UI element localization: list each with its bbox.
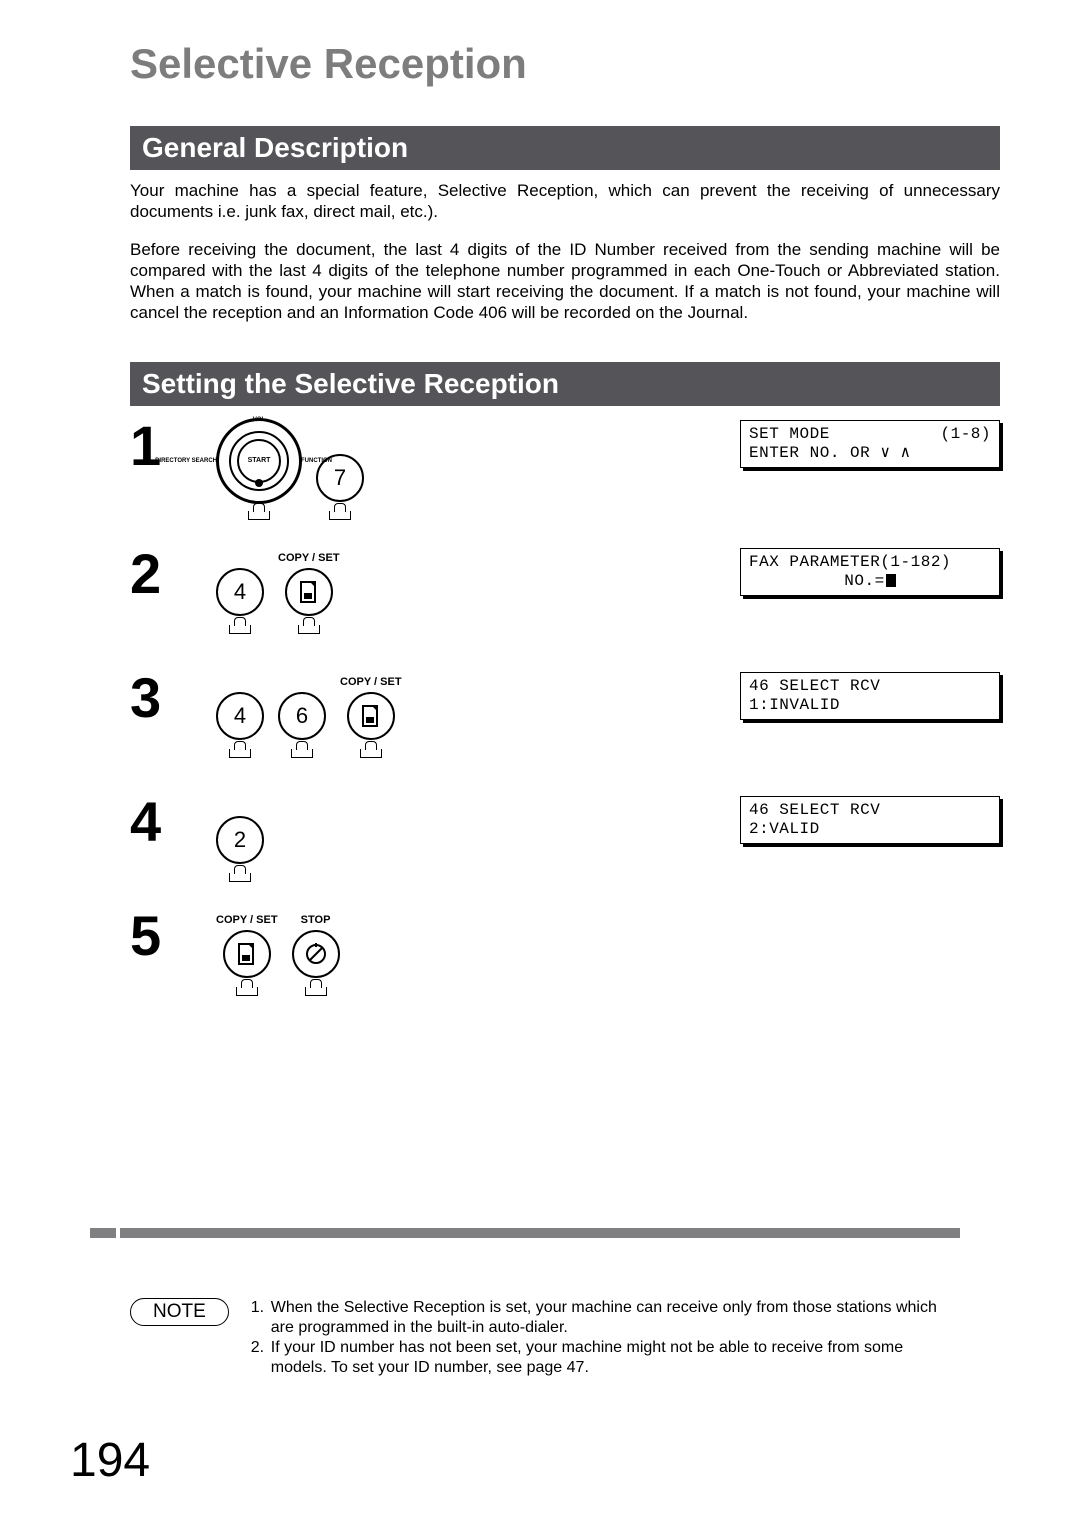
note-list: 1. When the Selective Reception is set, … xyxy=(251,1298,960,1378)
key-button: . 6 xyxy=(278,676,326,760)
step-number: 2 xyxy=(130,546,190,602)
keypad-2: 2 xyxy=(216,816,264,864)
key-label-copyset: COPY / SET xyxy=(278,552,340,564)
step-graphics: . 4 . 6 COPY / SET xyxy=(216,670,402,760)
lcd-line: ENTER NO. OR ∨ ∧ xyxy=(749,444,991,463)
press-icon xyxy=(291,618,327,636)
keypad-6: 6 xyxy=(278,692,326,740)
jog-center-label: START xyxy=(237,439,281,483)
copy-set-button: COPY / SET xyxy=(216,914,278,998)
page-title-wrap: Selective Reception xyxy=(130,40,1000,88)
step-number: 3 xyxy=(130,670,190,726)
step-row: 3 . 4 . 6 COPY / SET xyxy=(130,670,1000,770)
note-item: 1. When the Selective Reception is set, … xyxy=(251,1298,960,1338)
section-heading-general: General Description xyxy=(130,126,1000,170)
press-icon xyxy=(241,504,277,522)
general-paragraph-1: Your machine has a special feature, Sele… xyxy=(130,180,1000,223)
page-title: Selective Reception xyxy=(130,40,527,87)
general-paragraph-2: Before receiving the document, the last … xyxy=(130,239,1000,324)
page-number: 194 xyxy=(70,1433,150,1488)
section-heading-setting: Setting the Selective Reception xyxy=(130,362,1000,406)
step-row: 5 COPY / SET STOP xyxy=(130,908,1000,998)
copy-set-button: COPY / SET xyxy=(278,552,340,636)
press-icon xyxy=(222,618,258,636)
keypad-4: 4 xyxy=(216,692,264,740)
key-label-copyset: COPY / SET xyxy=(216,914,278,926)
step-number: 5 xyxy=(130,908,190,964)
lcd-line: NO.= xyxy=(749,572,991,591)
key-button: . 4 xyxy=(216,676,264,760)
step-number: 1 xyxy=(130,418,190,474)
press-icon xyxy=(222,742,258,760)
stop-icon xyxy=(292,930,340,978)
lcd-line: (1-8) xyxy=(940,425,991,444)
lcd-display: FAX PARAMETER(1-182) NO.= xyxy=(740,548,1000,596)
press-icon xyxy=(353,742,389,760)
cursor-icon xyxy=(886,574,896,587)
document-icon xyxy=(347,692,395,740)
note-text: When the Selective Reception is set, you… xyxy=(271,1298,960,1338)
note-block: NOTE 1. When the Selective Reception is … xyxy=(130,1298,960,1378)
note-item: 2. If your ID number has not been set, y… xyxy=(251,1338,960,1378)
press-icon xyxy=(298,980,334,998)
footer-rule xyxy=(120,1228,960,1238)
note-number: 2. xyxy=(251,1338,271,1378)
lcd-line: 1:INVALID xyxy=(749,696,991,715)
lcd-display: SET MODE (1-8) ENTER NO. OR ∨ ∧ xyxy=(740,420,1000,468)
key-label-copyset: COPY / SET xyxy=(340,676,402,688)
note-badge: NOTE xyxy=(130,1298,229,1326)
stop-button: STOP xyxy=(292,914,340,998)
document-icon xyxy=(223,930,271,978)
steps: 1 VOL DIRECTORY SEARCH FUNCTION START 7 xyxy=(130,418,1000,998)
jog-label-left: DIRECTORY SEARCH xyxy=(155,458,217,464)
lcd-display: 46 SELECT RCV 1:INVALID xyxy=(740,672,1000,720)
lcd-line: FAX PARAMETER(1-182) xyxy=(749,553,951,572)
step-row: 1 VOL DIRECTORY SEARCH FUNCTION START 7 xyxy=(130,418,1000,522)
note-number: 1. xyxy=(251,1298,271,1338)
key-button: 2 xyxy=(216,816,264,884)
key-button: . 4 xyxy=(216,552,264,636)
lcd-line: 2:VALID xyxy=(749,820,991,839)
lcd-display: 46 SELECT RCV 2:VALID xyxy=(740,796,1000,844)
jog-label-top: VOL xyxy=(253,417,265,423)
keypad-4: 4 xyxy=(216,568,264,616)
press-icon xyxy=(284,742,320,760)
step-graphics: 2 xyxy=(216,794,264,884)
key-button: 7 xyxy=(316,454,364,522)
copy-set-button: COPY / SET xyxy=(340,676,402,760)
jog-dial: VOL DIRECTORY SEARCH FUNCTION START xyxy=(216,418,302,522)
document-icon xyxy=(285,568,333,616)
step-row: 4 2 46 SELECT RCV 2:VALID xyxy=(130,794,1000,884)
step-number: 4 xyxy=(130,794,190,850)
lcd-line: SET MODE xyxy=(749,425,830,444)
key-label-stop: STOP xyxy=(301,914,331,926)
press-icon xyxy=(322,504,358,522)
press-icon xyxy=(229,980,265,998)
step-row: 2 . 4 COPY / SET FAX PARAMETER(1-182) NO xyxy=(130,546,1000,646)
note-text: If your ID number has not been set, your… xyxy=(271,1338,960,1378)
step-graphics: VOL DIRECTORY SEARCH FUNCTION START 7 xyxy=(216,418,364,522)
lcd-line: 46 SELECT RCV xyxy=(749,677,991,696)
lcd-line: 46 SELECT RCV xyxy=(749,801,991,820)
step-graphics: COPY / SET STOP xyxy=(216,908,340,998)
step-graphics: . 4 COPY / SET xyxy=(216,546,340,636)
press-icon xyxy=(222,866,258,884)
manual-page: Selective Reception General Description … xyxy=(0,0,1080,1528)
jog-label-right: FUNCTION xyxy=(301,458,332,464)
